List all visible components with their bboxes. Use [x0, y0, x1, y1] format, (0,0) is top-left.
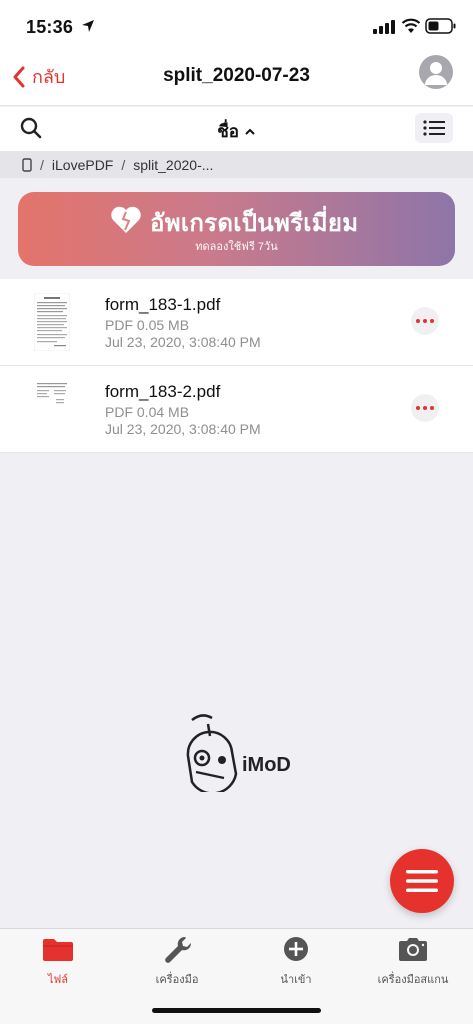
- folder-icon: [43, 939, 73, 961]
- watermark-text: iMoD: [242, 754, 291, 776]
- battery-icon: [425, 18, 456, 34]
- tab-label: ไฟล์: [47, 974, 69, 986]
- sort-arrow-icon: [244, 122, 256, 142]
- more-options-button[interactable]: [411, 394, 439, 422]
- sort-selector[interactable]: ชื่อ: [0, 118, 473, 145]
- device-icon[interactable]: [22, 157, 32, 172]
- tab-label: นำเข้า: [280, 974, 312, 986]
- back-button[interactable]: กลับ: [12, 62, 65, 91]
- breadcrumb: / iLovePDF / split_2020-...: [0, 151, 473, 178]
- list-icon: [423, 120, 445, 136]
- more-options-button[interactable]: [411, 307, 439, 335]
- wifi-icon: [401, 18, 421, 33]
- imod-logo-icon: [186, 714, 238, 795]
- imod-watermark: iMoD: [180, 712, 300, 795]
- status-bar: 15:36: [0, 0, 473, 52]
- pdf-thumbnail: [34, 293, 70, 351]
- wrench-icon: [165, 936, 192, 963]
- file-list: form_183-1.pdf PDF 0.05 MB Jul 23, 2020,…: [0, 279, 473, 453]
- cellular-signal-icon: [373, 20, 395, 34]
- file-date: Jul 23, 2020, 3:08:40 PM: [105, 421, 261, 437]
- tab-tools[interactable]: เครื่องมือ: [127, 935, 227, 988]
- file-name: form_183-1.pdf: [105, 295, 221, 314]
- hamburger-menu-icon: [406, 870, 438, 892]
- breadcrumb-separator: /: [121, 156, 126, 173]
- tab-scanner[interactable]: เครื่องมือสแกน: [363, 935, 463, 988]
- chevron-left-icon: [13, 66, 25, 87]
- tab-label: เครื่องมือสแกน: [377, 974, 449, 986]
- list-view-button[interactable]: [415, 113, 453, 143]
- file-row[interactable]: form_183-1.pdf PDF 0.05 MB Jul 23, 2020,…: [0, 279, 473, 366]
- list-toolbar: ชื่อ: [0, 107, 473, 151]
- file-meta: PDF 0.05 MB: [105, 317, 190, 333]
- page-title: split_2020-07-23: [163, 65, 310, 86]
- promo-subtitle: ทดลองใช้ฟรี 7วัน: [195, 241, 278, 253]
- account-avatar-icon[interactable]: [419, 55, 453, 89]
- heart-icon: [111, 206, 141, 233]
- file-name: form_183-2.pdf: [105, 382, 221, 401]
- sort-label: ชื่อ: [217, 122, 239, 141]
- premium-upgrade-banner[interactable]: อัพเกรดเป็นพรีเมี่ยม ทดลองใช้ฟรี 7วัน: [18, 192, 455, 266]
- file-row[interactable]: form_183-2.pdf PDF 0.04 MB Jul 23, 2020,…: [0, 366, 473, 453]
- menu-fab-button[interactable]: [390, 849, 454, 913]
- navigation-bar: กลับ split_2020-07-23: [0, 52, 473, 106]
- breadcrumb-item-current[interactable]: split_2020-...: [133, 157, 213, 173]
- back-label: กลับ: [32, 67, 66, 87]
- file-date: Jul 23, 2020, 3:08:40 PM: [105, 334, 261, 350]
- plus-circle-icon: [284, 937, 308, 961]
- breadcrumb-separator: /: [40, 156, 44, 173]
- file-meta: PDF 0.04 MB: [105, 404, 190, 420]
- camera-icon: [399, 938, 427, 961]
- location-arrow-icon: [82, 20, 94, 32]
- breadcrumb-item-ilovepdf[interactable]: iLovePDF: [52, 157, 113, 173]
- tab-label: เครื่องมือ: [155, 974, 199, 986]
- tab-import[interactable]: นำเข้า: [246, 935, 346, 988]
- tab-files[interactable]: ไฟล์: [8, 935, 108, 988]
- status-time: 15:36: [26, 17, 74, 37]
- home-indicator: [152, 1008, 321, 1013]
- pdf-thumbnail: [34, 380, 70, 438]
